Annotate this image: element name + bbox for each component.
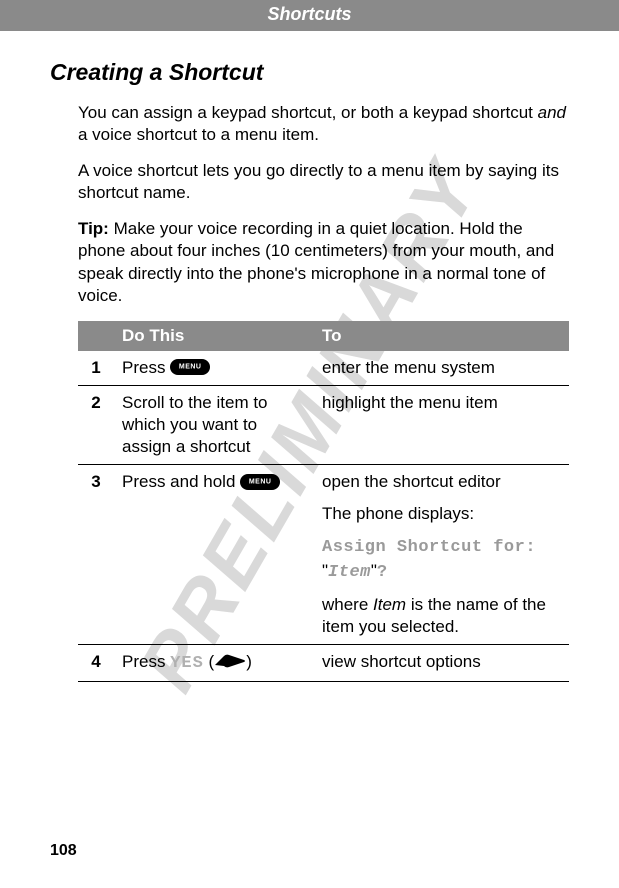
phone-display: Assign Shortcut for: "Item"?	[322, 535, 561, 583]
step-do: Press	[114, 351, 314, 386]
intro-p2: A voice shortcut lets you go directly to…	[78, 160, 569, 204]
text: Press	[122, 652, 170, 671]
text: )	[246, 652, 252, 671]
tip-label: Tip:	[78, 219, 109, 238]
item-placeholder: Item	[328, 563, 371, 582]
text: where	[322, 595, 373, 614]
menu-key-icon	[170, 359, 210, 375]
text: The phone displays:	[322, 503, 561, 525]
text: open the shortcut editor	[322, 471, 561, 493]
chapter-bar: Shortcuts	[0, 0, 619, 31]
step-num: 1	[78, 351, 114, 386]
section-title: Creating a Shortcut	[50, 59, 569, 86]
col-to-header: To	[314, 321, 569, 351]
table-row: 2 Scroll to the item to which you want t…	[78, 385, 569, 464]
text: Press	[122, 358, 170, 377]
emphasis-and: and	[538, 103, 566, 122]
content: Shortcuts Creating a Shortcut You can as…	[50, 0, 569, 682]
step-to: enter the menu system	[314, 351, 569, 386]
step-num: 2	[78, 385, 114, 464]
menu-key-icon	[240, 474, 280, 490]
table-row: 4 Press YES () view shortcut options	[78, 644, 569, 681]
text: a voice shortcut to a menu item.	[78, 125, 319, 144]
text: where Item is the name of the item you s…	[322, 594, 561, 638]
yes-label: YES	[170, 654, 204, 673]
item-placeholder: Item	[373, 595, 406, 614]
col-do-header: Do This	[114, 321, 314, 351]
step-to: view shortcut options	[314, 644, 569, 681]
tip-body: Make your voice recording in a quiet loc…	[78, 219, 554, 304]
step-num: 3	[78, 465, 114, 645]
table-row: 1 Press enter the menu system	[78, 351, 569, 386]
text: Press and hold	[122, 472, 240, 491]
body-text: You can assign a keypad shortcut, or bot…	[78, 102, 569, 682]
intro-p1: You can assign a keypad shortcut, or bot…	[78, 102, 569, 146]
page: PRELIMINARY Shortcuts Creating a Shortcu…	[0, 0, 619, 888]
mono-text: Assign Shortcut for:	[322, 538, 536, 557]
step-to: highlight the menu item	[314, 385, 569, 464]
step-do: Press and hold	[114, 465, 314, 645]
soft-key-icon	[214, 654, 246, 668]
text: You can assign a keypad shortcut, or bot…	[78, 103, 538, 122]
steps-table: Do This To 1 Press enter the menu system…	[78, 321, 569, 682]
text: (	[204, 652, 214, 671]
step-to: open the shortcut editor The phone displ…	[314, 465, 569, 645]
table-row: 3 Press and hold open the shortcut edito…	[78, 465, 569, 645]
step-do: Press YES ()	[114, 644, 314, 681]
tip-paragraph: Tip: Make your voice recording in a quie…	[78, 218, 569, 306]
table-header-row: Do This To	[78, 321, 569, 351]
col-num-header	[78, 321, 114, 351]
step-do: Scroll to the item to which you want to …	[114, 385, 314, 464]
mono-text: ?	[377, 563, 388, 582]
page-number: 108	[50, 842, 77, 860]
step-num: 4	[78, 644, 114, 681]
